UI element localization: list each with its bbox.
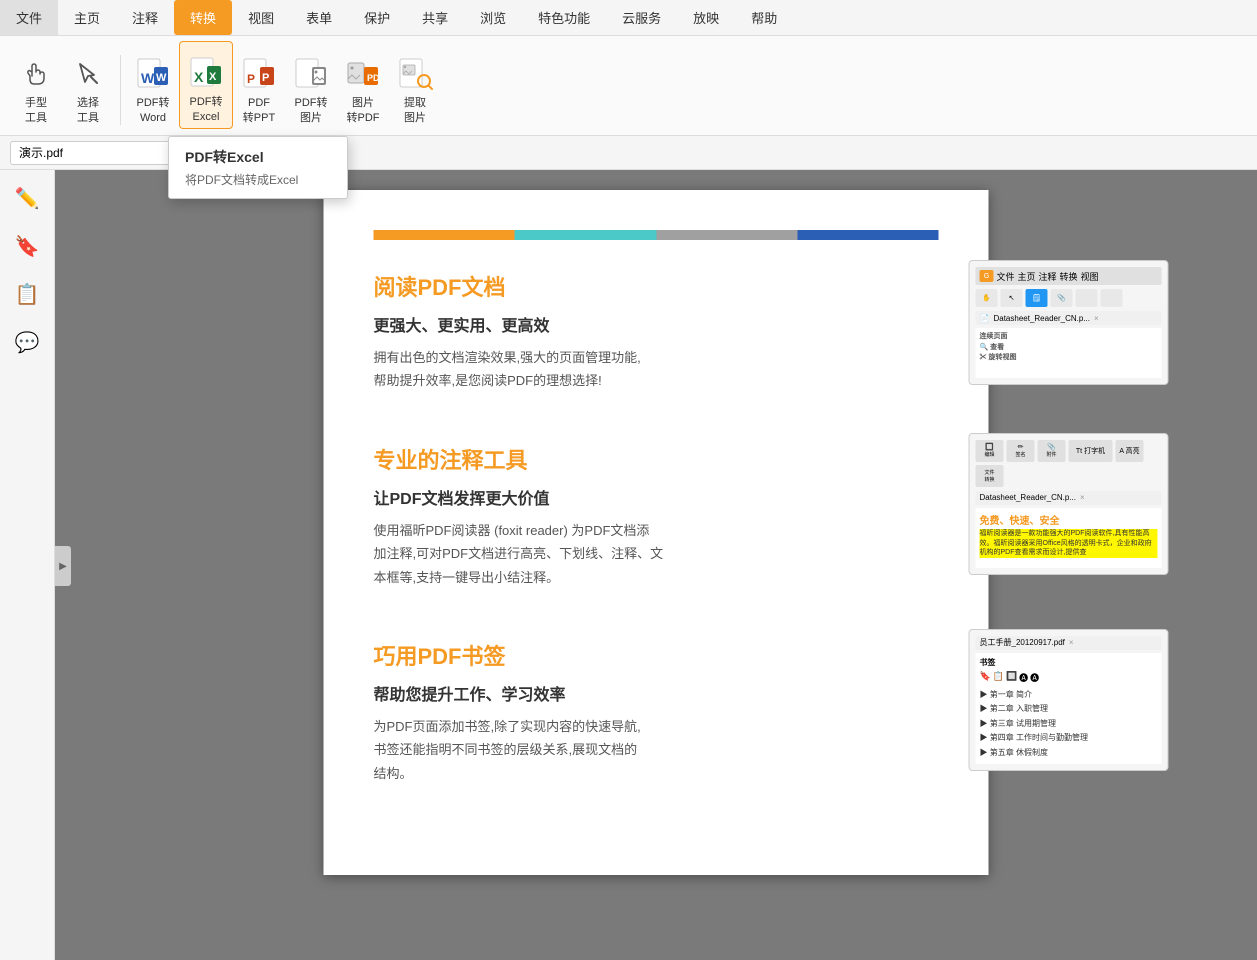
pages-icon[interactable]: 📋: [9, 276, 45, 312]
svg-text:W: W: [141, 70, 155, 86]
main-content-area: 阅读PDF文档 更强大、更实用、更高效 拥有出色的文档渲染效果,强大的页面管理功…: [55, 170, 1257, 960]
menu-help[interactable]: 帮助: [735, 0, 793, 35]
dropdown-desc: 将PDF文档转成Excel: [185, 171, 331, 188]
pdf-to-excel-label: PDF转Excel: [190, 95, 223, 124]
color-seg-1: [374, 230, 515, 240]
pdf-page: 阅读PDF文档 更强大、更实用、更高效 拥有出色的文档渲染效果,强大的页面管理功…: [324, 190, 989, 875]
pdf-to-excel-dropdown: PDF转Excel 将PDF文档转成Excel: [168, 136, 348, 199]
bookmark-icon[interactable]: 🔖: [9, 228, 45, 264]
svg-text:X: X: [209, 71, 217, 83]
pdf-to-image-icon: [291, 54, 331, 94]
hand-tool-button[interactable]: 手型工具: [10, 41, 62, 129]
select-tool-label: 选择工具: [77, 96, 99, 125]
color-seg-3: [656, 230, 797, 240]
color-bar: [374, 230, 939, 240]
menu-form[interactable]: 表单: [290, 0, 348, 35]
color-seg-2: [515, 230, 656, 240]
dropdown-title: PDF转Excel: [185, 147, 331, 167]
pdf-to-word-icon: W W: [133, 54, 173, 94]
pdf-to-image-label: PDF转图片: [295, 96, 328, 125]
menu-browse[interactable]: 浏览: [464, 0, 522, 35]
svg-text:P: P: [247, 72, 255, 86]
hand-tool-label: 手型工具: [25, 96, 47, 125]
section2-title: 专业的注释工具: [374, 443, 939, 475]
menu-cloud[interactable]: 云服务: [606, 0, 677, 35]
pdf-section-2: 专业的注释工具 让PDF文档发挥更大价值 使用福昕PDF阅读器 (foxit r…: [374, 443, 939, 589]
pdf-to-word-button[interactable]: W W PDF转Word: [127, 41, 179, 129]
pdf-to-ppt-button[interactable]: P P PDF转PPT: [233, 41, 285, 129]
collapse-sidebar-button[interactable]: ▶: [55, 546, 71, 586]
section2-body: 使用福昕PDF阅读器 (foxit reader) 为PDF文档添 加注释,可对…: [374, 519, 939, 589]
extract-image-icon: [395, 54, 435, 94]
pdf-to-excel-button[interactable]: X X PDF转Excel: [179, 41, 233, 129]
pencil-icon[interactable]: ✏️: [9, 180, 45, 216]
pdf-to-ppt-label: PDF转PPT: [243, 96, 275, 125]
menu-annotation[interactable]: 注释: [116, 0, 174, 35]
svg-text:P: P: [262, 72, 269, 84]
section3-title: 巧用PDF书签: [374, 639, 939, 671]
extract-image-label: 提取图片: [404, 96, 426, 125]
image-to-pdf-button[interactable]: PDF 图片转PDF: [337, 41, 389, 129]
toolbar: 手型工具 选择工具 W W PDF转Word: [0, 36, 1257, 136]
menu-slideshow[interactable]: 放映: [677, 0, 735, 35]
svg-text:PDF: PDF: [367, 73, 382, 83]
hand-tool-icon: [16, 54, 56, 94]
comment-icon[interactable]: 💬: [9, 324, 45, 360]
pdf-to-ppt-icon: P P: [239, 54, 279, 94]
select-tool-button[interactable]: 选择工具: [62, 41, 114, 129]
pdf-section-3: 巧用PDF书签 帮助您提升工作、学习效率 为PDF页面添加书签,除了实现内容的快…: [374, 639, 939, 785]
pdf-to-excel-icon: X X: [186, 53, 226, 93]
section1-subtitle: 更强大、更实用、更高效: [374, 312, 939, 336]
pdf-to-image-button[interactable]: PDF转图片: [285, 41, 337, 129]
menu-view[interactable]: 视图: [232, 0, 290, 35]
left-sidebar: ✏️ 🔖 📋 💬: [0, 170, 55, 960]
separator-1: [120, 55, 121, 125]
menu-home[interactable]: 主页: [58, 0, 116, 35]
preview-3: 员工手册_20120917.pdf× 书签 🔖📋🔲🅐🅐 ▶ 第一章 简介 ▶ 第…: [969, 629, 1169, 771]
svg-text:X: X: [194, 69, 204, 85]
menu-convert[interactable]: 转换: [174, 0, 232, 35]
image-to-pdf-label: 图片转PDF: [347, 96, 380, 125]
pdf-section-1: 阅读PDF文档 更强大、更实用、更高效 拥有出色的文档渲染效果,强大的页面管理功…: [374, 270, 939, 393]
section3-body: 为PDF页面添加书签,除了实现内容的快速导航, 书签还能指明不同书签的层级关系,…: [374, 715, 939, 785]
menu-bar: 文件 主页 注释 转换 视图 表单 保护 共享 浏览 特色功能 云服务 放映 帮…: [0, 0, 1257, 36]
select-tool-icon: [68, 54, 108, 94]
pdf-to-word-label: PDF转Word: [137, 96, 170, 125]
section2-subtitle: 让PDF文档发挥更大价值: [374, 485, 939, 509]
menu-file[interactable]: 文件: [0, 0, 58, 35]
menu-protect[interactable]: 保护: [348, 0, 406, 35]
preview-1: G 文件主页注释转换视图 ✋ ↖ 🗒 📎 📄 Datasheet_Reader_…: [969, 260, 1169, 385]
menu-share[interactable]: 共享: [406, 0, 464, 35]
menu-features[interactable]: 特色功能: [522, 0, 606, 35]
extract-image-button[interactable]: 提取图片: [389, 41, 441, 129]
image-to-pdf-icon: PDF: [343, 54, 383, 94]
section3-subtitle: 帮助您提升工作、学习效率: [374, 681, 939, 705]
color-seg-4: [797, 230, 938, 240]
preview-2: 🔲编辑 ✏签名 📎附件 Tt 打字机 A 高亮 文件转换 Datasheet_R…: [969, 433, 1169, 575]
section1-body: 拥有出色的文档渲染效果,强大的页面管理功能, 帮助提升效率,是您阅读PDF的理想…: [374, 346, 939, 393]
svg-text:W: W: [156, 72, 167, 84]
section1-title: 阅读PDF文档: [374, 270, 939, 302]
